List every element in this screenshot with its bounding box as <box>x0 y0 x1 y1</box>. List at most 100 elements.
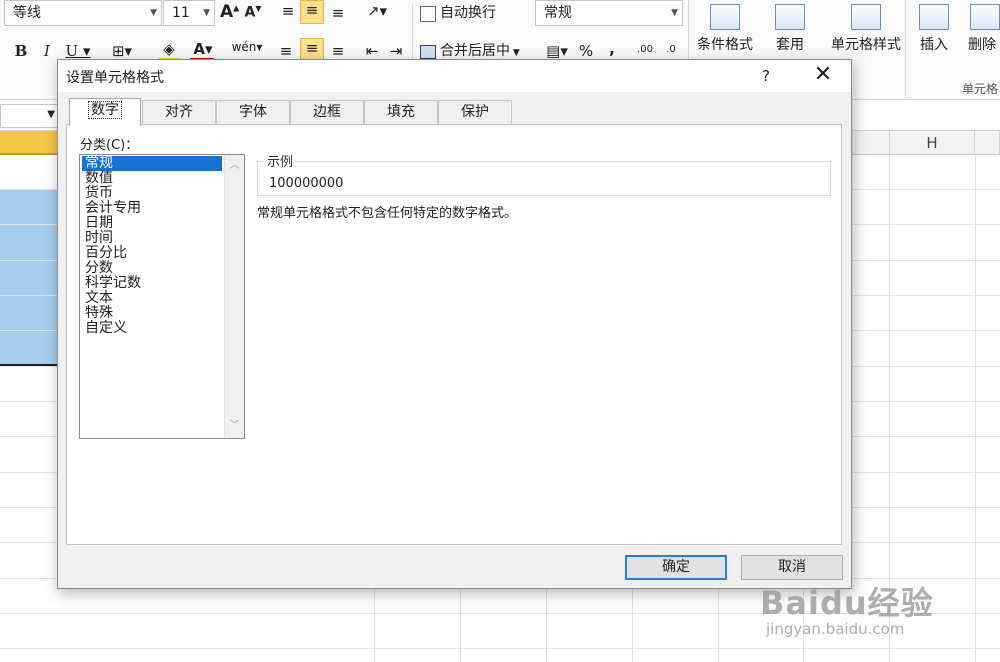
conditional-format-label: 条件格式 <box>697 37 753 53</box>
list-item[interactable]: 会计专用 <box>82 201 222 216</box>
ok-button[interactable]: 确定 <box>625 555 727 580</box>
conditional-format-icon <box>710 4 740 30</box>
category-listbox[interactable]: 常规 数值 货币 会计专用 日期 时间 百分比 分数 科学记数 文本 特殊 自定… <box>79 154 245 439</box>
decrease-decimal-button[interactable]: .0 <box>660 44 682 55</box>
comma-icon: , <box>609 40 615 58</box>
chevron-down-icon: ▼ <box>203 8 210 18</box>
align-left-button[interactable]: ≡ <box>276 42 296 60</box>
delete-cells-icon <box>970 4 1000 30</box>
column-header-h[interactable]: H <box>890 131 975 155</box>
list-item[interactable]: 百分比 <box>82 246 222 261</box>
tab-protection-label: 保护 <box>461 104 489 120</box>
tab-border[interactable]: 边框 <box>290 100 364 124</box>
tab-fill-label: 填充 <box>387 104 415 120</box>
align-middle-button[interactable]: ≡ <box>300 0 324 24</box>
align-top-icon: ≡ <box>281 2 295 20</box>
font-size-value: 11 <box>172 5 190 21</box>
increase-indent-icon: ⇥ <box>389 42 403 60</box>
increase-decimal-icon: .00 <box>637 44 653 55</box>
font-size-select[interactable]: 11 ▼ <box>163 0 215 26</box>
delete-button[interactable]: 删除 <box>962 0 1000 70</box>
cells-group-label: 单元格 <box>962 82 999 96</box>
decrease-decimal-icon: .0 <box>666 44 676 55</box>
chevron-down-icon: ▼ <box>150 8 157 18</box>
list-item[interactable]: 自定义 <box>82 321 222 336</box>
chevron-down-icon: ▼ <box>47 109 55 120</box>
insert-label: 插入 <box>920 37 948 53</box>
borders-icon: ⊞▾ <box>111 42 133 60</box>
align-bottom-icon: ≡ <box>331 4 345 22</box>
wrap-text-label: 自动换行 <box>440 5 496 21</box>
orientation-button[interactable]: ↗▾ <box>362 2 392 20</box>
dialog-titlebar[interactable]: 设置单元格格式 ? ✕ <box>58 60 851 92</box>
scroll-down-icon[interactable]: ﹀ <box>225 417 244 435</box>
tab-font[interactable]: 字体 <box>216 100 290 124</box>
category-scrollbar[interactable]: ︿ ﹀ <box>224 155 244 438</box>
wrap-text-button[interactable]: 自动换行 <box>420 2 538 26</box>
column-header[interactable] <box>852 131 890 155</box>
merge-cells-icon <box>420 44 436 59</box>
italic-button[interactable]: I <box>36 42 58 60</box>
delete-label: 删除 <box>968 37 996 53</box>
watermark-logo: Baidu经验 <box>760 584 934 622</box>
align-right-button[interactable]: ≡ <box>328 42 348 60</box>
underline-button[interactable]: U ▾ <box>62 42 94 60</box>
increase-indent-button[interactable]: ⇥ <box>386 42 406 60</box>
align-center-icon: ≡ <box>305 39 319 57</box>
number-format-select[interactable]: 常规 ▼ <box>535 0 683 26</box>
format-description: 常规单元格格式不包含任何特定的数字格式。 <box>257 206 518 221</box>
grow-font-icon: A <box>220 2 234 22</box>
column-header[interactable] <box>975 131 1000 155</box>
shrink-font-icon: A <box>244 4 256 21</box>
number-format-value: 常规 <box>544 5 572 21</box>
help-button[interactable]: ? <box>754 64 778 88</box>
dialog-title: 设置单元格格式 <box>66 70 164 86</box>
help-icon: ? <box>762 67 770 85</box>
list-item[interactable]: 数值 <box>82 171 222 186</box>
column-header-selected[interactable] <box>0 131 58 155</box>
insert-cells-icon <box>919 4 949 30</box>
tab-fill[interactable]: 填充 <box>364 100 438 124</box>
accounting-format-button[interactable]: ▤▾ <box>540 42 574 60</box>
list-item[interactable]: 文本 <box>82 291 222 306</box>
tab-alignment[interactable]: 对齐 <box>142 100 216 124</box>
tab-number-label: 数字 <box>88 101 122 119</box>
scroll-up-icon[interactable]: ︿ <box>225 157 244 175</box>
format-cells-dialog: 设置单元格格式 ? ✕ 数字 对齐 字体 边框 填充 保护 分类(C)： 常规 … <box>57 59 852 589</box>
list-item[interactable]: 特殊 <box>82 306 222 321</box>
increase-decimal-button[interactable]: .00 <box>634 44 656 55</box>
decrease-indent-icon: ⇤ <box>365 42 379 60</box>
tab-font-label: 字体 <box>239 104 267 120</box>
list-item[interactable]: 货币 <box>82 186 222 201</box>
align-bottom-button[interactable]: ≡ <box>328 4 348 22</box>
sample-value: 100000000 <box>269 176 344 191</box>
decrease-indent-button[interactable]: ⇤ <box>362 42 382 60</box>
column-h-label: H <box>926 134 938 152</box>
phonetic-icon: wén▾ <box>231 40 263 54</box>
watermark-url: jingyan.baidu.com <box>766 620 905 638</box>
tab-number[interactable]: 数字 <box>69 98 141 126</box>
list-item[interactable]: 分数 <box>82 261 222 276</box>
font-name-select[interactable]: 等线 ▼ <box>4 0 162 26</box>
list-item[interactable]: 科学记数 <box>82 276 222 291</box>
bold-button[interactable]: B <box>10 42 32 60</box>
align-top-button[interactable]: ≡ <box>278 2 298 20</box>
currency-icon: ▤▾ <box>546 42 568 60</box>
sample-legend: 示例 <box>264 151 297 170</box>
comma-style-button[interactable]: , <box>602 40 622 58</box>
list-item[interactable]: 日期 <box>82 216 222 231</box>
name-box[interactable]: ▼ <box>0 104 60 128</box>
list-item[interactable]: 常规 <box>82 156 222 171</box>
shrink-font-button[interactable]: A▼ <box>244 4 262 21</box>
grow-font-button[interactable]: A▲ <box>220 2 239 22</box>
cell-styles-label: 单元格样式 <box>831 37 901 53</box>
close-button[interactable]: ✕ <box>810 64 836 88</box>
list-item[interactable]: 时间 <box>82 231 222 246</box>
insert-button[interactable]: 插入 <box>912 0 956 70</box>
selected-range[interactable] <box>0 189 58 366</box>
borders-button[interactable]: ⊞▾ <box>106 42 138 60</box>
tab-protection[interactable]: 保护 <box>438 100 512 124</box>
phonetic-button[interactable]: wén▾ <box>230 40 264 54</box>
percent-button[interactable]: % <box>576 42 596 60</box>
align-right-icon: ≡ <box>331 42 345 60</box>
